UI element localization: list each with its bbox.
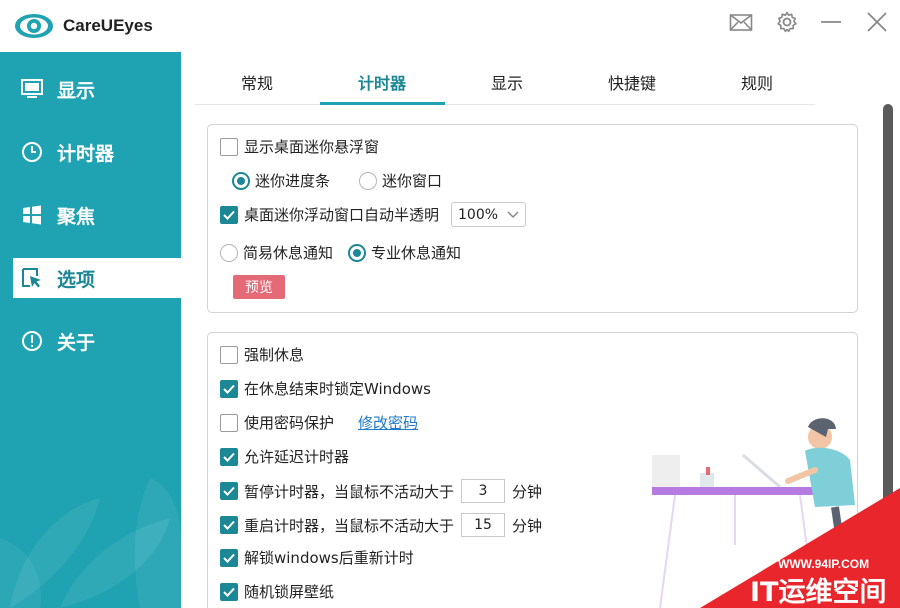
active-tab-indicator <box>320 102 445 105</box>
unit-label: 分钟 <box>512 482 543 501</box>
sidebar-item-label: 选项 <box>57 268 96 291</box>
windows-icon <box>21 204 43 226</box>
sidebar-item-options[interactable]: 选项 <box>13 258 181 298</box>
close-button[interactable] <box>860 8 894 36</box>
tab-display[interactable]: 显示 <box>445 70 569 94</box>
tab-hotkeys[interactable]: 快捷键 <box>570 70 694 94</box>
allow-delay-checkbox[interactable] <box>220 447 238 466</box>
tab-general[interactable]: 常规 <box>195 70 319 94</box>
option-label: 迷你进度条 <box>255 172 331 190</box>
app-title: CareUEyes <box>63 16 153 35</box>
minimize-button[interactable] <box>814 8 848 36</box>
gear-icon <box>777 11 797 33</box>
option-label: 解锁windows后重新计时 <box>244 549 414 567</box>
simple-notify-radio[interactable] <box>220 243 238 262</box>
check-icon <box>223 587 235 597</box>
pro-notify-radio-option[interactable]: 专业休息通知 <box>348 242 461 263</box>
sidebar-item-label: 关于 <box>57 331 96 354</box>
tab-bar: 常规 计时器 显示 快捷键 规则 <box>195 60 815 105</box>
pause-minutes-input[interactable]: 3 <box>461 479 506 503</box>
change-password-link[interactable]: 修改密码 <box>358 412 418 433</box>
sidebar-item-timer[interactable]: 计时器 <box>13 132 181 172</box>
opacity-value: 100% <box>458 206 499 223</box>
check-icon <box>223 384 235 394</box>
option-label: 强制休息 <box>244 346 305 364</box>
sidebar-item-display[interactable]: 显示 <box>13 69 181 109</box>
watermark-text: IT运维空间 <box>750 576 886 608</box>
check-icon <box>223 486 235 496</box>
password-option[interactable]: 使用密码保护 修改密码 <box>220 412 418 433</box>
auto-transparent-checkbox[interactable] <box>220 205 238 224</box>
lock-windows-option[interactable]: 在休息结束时锁定Windows <box>220 378 431 399</box>
sidebar-item-label: 聚焦 <box>57 205 96 228</box>
info-icon <box>21 330 43 352</box>
option-label: 随机锁屏壁纸 <box>244 583 335 601</box>
option-label: 使用密码保护 <box>244 414 335 432</box>
unlock-reset-option[interactable]: 解锁windows后重新计时 <box>220 547 414 568</box>
pause-timer-option[interactable]: 暂停计时器，当鼠标不活动大于 3 分钟 <box>220 479 542 503</box>
opacity-select[interactable]: 100% <box>451 202 527 227</box>
restart-minutes-input[interactable]: 15 <box>461 513 506 537</box>
watermark-url: WWW.94IP.COM <box>778 557 869 571</box>
option-label: 暂停计时器，当鼠标不活动大于 <box>244 482 455 501</box>
force-rest-option[interactable]: 强制休息 <box>220 344 304 365</box>
clock-icon <box>21 141 43 163</box>
random-wallpaper-option[interactable]: 随机锁屏壁纸 <box>220 581 334 602</box>
eye-logo-icon <box>15 14 53 38</box>
mini-window-radio-option[interactable]: 迷你窗口 <box>359 170 442 191</box>
close-icon <box>867 12 887 32</box>
unit-label: 分钟 <box>512 516 543 535</box>
pause-timer-checkbox[interactable] <box>220 482 238 500</box>
restart-timer-checkbox[interactable] <box>220 516 238 534</box>
site-watermark: WWW.94IP.COM IT运维空间 <box>700 488 900 608</box>
allow-delay-option[interactable]: 允许延迟计时器 <box>220 446 349 467</box>
tab-rules[interactable]: 规则 <box>695 70 819 94</box>
option-label: 简易休息通知 <box>243 244 334 262</box>
restart-timer-option[interactable]: 重启计时器，当鼠标不活动大于 15 分钟 <box>220 513 542 537</box>
check-icon <box>223 553 235 563</box>
pro-notify-radio[interactable] <box>348 243 366 262</box>
minimize-icon <box>821 21 841 23</box>
preview-button[interactable]: 预览 <box>233 275 285 299</box>
sidebar-item-about[interactable]: 关于 <box>13 321 181 361</box>
option-label: 迷你窗口 <box>382 172 443 190</box>
auto-transparent-option[interactable]: 桌面迷你浮动窗口自动半透明 100% <box>220 202 527 227</box>
option-label: 允许延迟计时器 <box>244 448 350 466</box>
lock-windows-checkbox[interactable] <box>220 379 238 398</box>
cursor-icon <box>21 267 43 289</box>
feedback-mail-button[interactable] <box>724 8 758 36</box>
simple-notify-radio-option[interactable]: 简易休息通知 <box>220 242 333 263</box>
option-label: 在休息结束时锁定Windows <box>244 380 431 398</box>
leaf-decoration <box>0 478 181 608</box>
settings-button[interactable] <box>770 8 804 36</box>
show-mini-window-option[interactable]: 显示桌面迷你悬浮窗 <box>220 136 379 157</box>
random-wallpaper-checkbox[interactable] <box>220 582 238 601</box>
password-checkbox[interactable] <box>220 413 238 432</box>
option-label: 显示桌面迷你悬浮窗 <box>244 138 380 156</box>
mini-progress-radio[interactable] <box>232 171 250 190</box>
mini-progress-radio-option[interactable]: 迷你进度条 <box>232 170 330 191</box>
force-rest-checkbox[interactable] <box>220 345 238 364</box>
sidebar: 显示 计时器 聚焦 选项 关于 <box>0 52 181 608</box>
option-label: 重启计时器，当鼠标不活动大于 <box>244 516 455 535</box>
check-icon <box>223 520 235 530</box>
sidebar-item-focus[interactable]: 聚焦 <box>13 195 181 235</box>
chevron-down-icon <box>507 210 519 218</box>
mail-icon <box>729 14 753 31</box>
check-icon <box>223 452 235 462</box>
mini-window-radio[interactable] <box>359 171 377 190</box>
check-icon <box>223 210 235 220</box>
tab-timer[interactable]: 计时器 <box>320 70 444 94</box>
show-mini-window-checkbox[interactable] <box>220 137 238 156</box>
sidebar-item-label: 计时器 <box>57 142 115 165</box>
title-bar: CareUEyes <box>0 0 900 52</box>
unlock-reset-checkbox[interactable] <box>220 548 238 567</box>
option-label: 桌面迷你浮动窗口自动半透明 <box>244 206 440 224</box>
monitor-icon <box>21 78 43 100</box>
sidebar-item-label: 显示 <box>57 79 96 102</box>
option-label: 专业休息通知 <box>371 244 462 262</box>
